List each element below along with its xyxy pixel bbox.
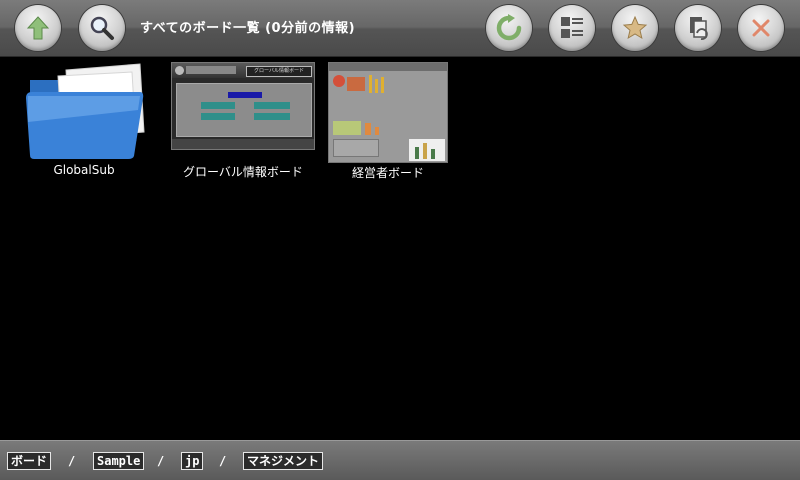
up-arrow-icon — [26, 16, 50, 40]
close-icon — [752, 19, 770, 37]
breadcrumb: ボード / Sample / jp / マネジメント — [0, 440, 800, 480]
star-icon — [622, 15, 648, 40]
thumbnail-logo — [175, 66, 184, 75]
thumbnail-logo-text — [186, 66, 236, 74]
thumbnail-bar — [365, 123, 371, 135]
thumbnail-button — [228, 92, 262, 98]
thumbnail-bar — [375, 79, 378, 93]
thumbnail-button — [201, 113, 235, 120]
breadcrumb-item[interactable]: Sample — [93, 452, 145, 470]
thumbnail-bar — [381, 77, 384, 93]
breadcrumb-item[interactable]: ボード — [7, 452, 52, 470]
thumbnail-button — [254, 113, 290, 120]
thumbnail-bar — [423, 143, 427, 159]
folder-icon — [26, 63, 145, 159]
board-item-executive[interactable]: 経営者ボード — [328, 62, 448, 182]
thumbnail-chart — [333, 75, 345, 87]
up-button[interactable] — [15, 5, 61, 51]
board-item-global-info[interactable]: グローバル情報ボード グローバル情報ボード — [171, 62, 315, 182]
thumbnail-button — [254, 102, 290, 109]
copy-button[interactable] — [675, 5, 721, 51]
thumbnail-chart — [333, 121, 361, 135]
item-label: グローバル情報ボード — [183, 165, 303, 179]
item-label: 経営者ボード — [351, 166, 425, 180]
thumbnail-bar — [369, 75, 372, 93]
app-window: すべてのボード一覧 (0分前の情報) GlobalSub グローバル情報ボード … — [0, 0, 800, 480]
thumbnail-title: グローバル情報ボード — [246, 66, 312, 77]
top-toolbar: すべてのボード一覧 (0分前の情報) — [0, 0, 800, 57]
refresh-button[interactable] — [486, 5, 532, 51]
view-mode-button[interactable] — [549, 5, 595, 51]
page-title: すべてのボード一覧 (0分前の情報) — [140, 21, 356, 36]
copy-icon — [690, 17, 708, 40]
breadcrumb-separator: / — [219, 454, 227, 468]
thumbnail-button — [201, 102, 235, 109]
breadcrumb-separator: / — [157, 454, 165, 468]
thumbnail-chart — [347, 77, 365, 91]
thumbnail-header — [329, 63, 447, 71]
item-label: GlobalSub — [53, 163, 115, 177]
board-thumbnail — [328, 62, 448, 163]
folder-item-globalsub[interactable]: GlobalSub — [22, 62, 146, 182]
thumbnail-table — [333, 139, 379, 157]
board-thumbnail: グローバル情報ボード — [171, 62, 315, 150]
search-button[interactable] — [79, 5, 125, 51]
breadcrumb-separator: / — [68, 454, 76, 468]
magnifier-icon — [90, 16, 114, 40]
thumbnail-bar — [415, 147, 419, 159]
refresh-icon — [496, 14, 522, 41]
favorite-button[interactable] — [612, 5, 658, 51]
view-mode-icon — [561, 17, 583, 38]
breadcrumb-item[interactable]: jp — [181, 452, 204, 470]
close-button[interactable] — [738, 5, 784, 51]
thumbnail-footer — [172, 139, 314, 149]
breadcrumb-item[interactable]: マネジメント — [243, 452, 324, 470]
thumbnail-bar — [431, 149, 435, 159]
thumbnail-bar — [375, 127, 379, 135]
